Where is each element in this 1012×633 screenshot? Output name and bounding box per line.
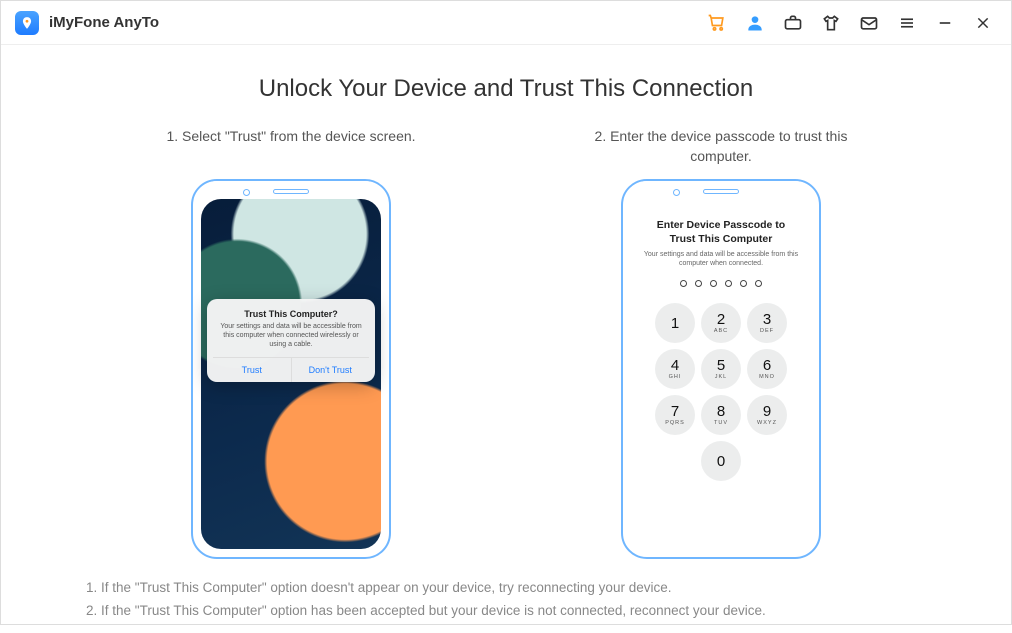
keypad-key-8: 8TUV bbox=[701, 395, 741, 435]
keypad-key-3: 3DEF bbox=[747, 303, 787, 343]
step-1-column: 1. Select "Trust" from the device screen… bbox=[141, 127, 441, 559]
main-content: Unlock Your Device and Trust This Connec… bbox=[1, 45, 1011, 633]
keypad-key-9: 9WXYZ bbox=[747, 395, 787, 435]
briefcase-icon[interactable] bbox=[779, 9, 807, 37]
passcode-dots bbox=[680, 280, 762, 287]
account-icon[interactable] bbox=[741, 9, 769, 37]
dont-trust-button: Don't Trust bbox=[292, 358, 370, 382]
keypad-key-7: 7PQRS bbox=[655, 395, 695, 435]
keypad-empty bbox=[747, 441, 787, 481]
keypad-key-5: 5JKL bbox=[701, 349, 741, 389]
trust-dialog-title: Trust This Computer? bbox=[213, 309, 369, 319]
keypad-empty bbox=[655, 441, 695, 481]
app-title: iMyFone AnyTo bbox=[49, 14, 159, 31]
step-2-caption: 2. Enter the device passcode to trust th… bbox=[571, 127, 871, 167]
app-logo-icon bbox=[15, 11, 39, 35]
close-button[interactable] bbox=[969, 9, 997, 37]
title-bar: iMyFone AnyTo bbox=[1, 1, 1011, 45]
footer-notes: 1. If the "Trust This Computer" option d… bbox=[86, 577, 926, 623]
trust-button: Trust bbox=[213, 358, 292, 382]
mail-icon[interactable] bbox=[855, 9, 883, 37]
note-2: 2. If the "Trust This Computer" option h… bbox=[86, 600, 926, 623]
page-title: Unlock Your Device and Trust This Connec… bbox=[41, 75, 971, 103]
step-2-column: 2. Enter the device passcode to trust th… bbox=[571, 127, 871, 559]
keypad-key-4: 4GHI bbox=[655, 349, 695, 389]
passcode-title: Enter Device Passcode to Trust This Comp… bbox=[643, 219, 799, 246]
keypad-key-1: 1 bbox=[655, 303, 695, 343]
phone-illustration-passcode: Enter Device Passcode to Trust This Comp… bbox=[621, 179, 821, 559]
menu-icon[interactable] bbox=[893, 9, 921, 37]
note-1: 1. If the "Trust This Computer" option d… bbox=[86, 577, 926, 600]
phone-illustration-trust: Trust This Computer? Your settings and d… bbox=[191, 179, 391, 559]
cart-icon[interactable] bbox=[703, 9, 731, 37]
keypad-key-0: 0 bbox=[701, 441, 741, 481]
keypad-key-2: 2ABC bbox=[701, 303, 741, 343]
keypad-key-6: 6MNO bbox=[747, 349, 787, 389]
trust-dialog-desc: Your settings and data will be accessibl… bbox=[213, 323, 369, 358]
trust-dialog: Trust This Computer? Your settings and d… bbox=[207, 299, 375, 382]
keypad: 12ABC3DEF 4GHI5JKL6MNO 7PQRS8TUV9WXYZ0 bbox=[655, 303, 787, 481]
passcode-subtitle: Your settings and data will be accessibl… bbox=[643, 250, 799, 268]
step-1-caption: 1. Select "Trust" from the device screen… bbox=[141, 127, 441, 167]
minimize-button[interactable] bbox=[931, 9, 959, 37]
shirt-icon[interactable] bbox=[817, 9, 845, 37]
